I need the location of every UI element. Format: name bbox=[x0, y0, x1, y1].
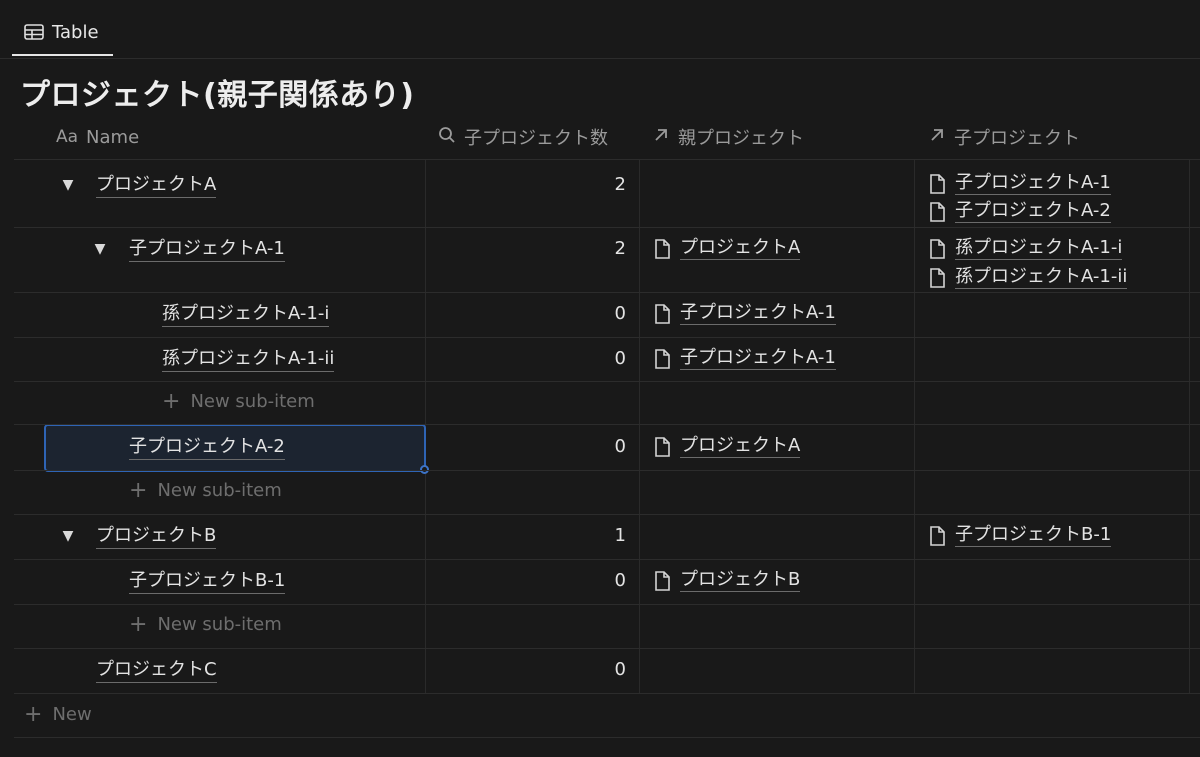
page-title: プロジェクト(親子関係あり) bbox=[20, 78, 415, 113]
child-count: 0 bbox=[614, 570, 626, 591]
row-name[interactable]: プロジェクトA bbox=[96, 174, 217, 198]
page-icon bbox=[654, 570, 670, 591]
new-sub-item-row[interactable]: + New sub-item bbox=[14, 381, 1200, 425]
new-sub-item-row[interactable]: + New sub-item bbox=[14, 604, 1200, 649]
row-name[interactable]: プロジェクトC bbox=[96, 659, 217, 683]
page-icon bbox=[929, 267, 945, 288]
table-bottom-divider bbox=[14, 737, 1200, 738]
table-row[interactable]: 子プロジェクトB-1 0 プロジェクトB bbox=[14, 559, 1200, 605]
child-link[interactable]: 孫プロジェクトA-1-i bbox=[929, 237, 1123, 260]
table-row[interactable]: 子プロジェクトA-2 0 プロジェクトA bbox=[14, 425, 1200, 471]
new-sub-item-button[interactable]: + New sub-item bbox=[162, 388, 315, 414]
plus-icon: + bbox=[129, 477, 148, 503]
expand-toggle-icon[interactable]: ▼ bbox=[91, 240, 109, 258]
page-icon bbox=[654, 303, 670, 324]
child-link[interactable]: 子プロジェクトA-2 bbox=[929, 200, 1111, 223]
text-type-icon: Aa bbox=[56, 127, 79, 147]
row-name[interactable]: 子プロジェクトB-1 bbox=[129, 570, 286, 594]
child-count: 2 bbox=[614, 238, 626, 259]
table-row[interactable]: ▼ プロジェクトA 2 子プロジェクトA-1 子プロジェクトA-2 bbox=[14, 160, 1200, 228]
page-icon bbox=[654, 436, 670, 457]
page-icon bbox=[929, 238, 945, 259]
table-row[interactable]: ▼ 子プロジェクトA-1 2 プロジェクトA 孫プロジェクトA-1-i 孫プロジ… bbox=[14, 227, 1200, 293]
child-link[interactable]: 子プロジェクトB-1 bbox=[929, 524, 1112, 547]
row-name[interactable]: 子プロジェクトA-2 bbox=[129, 436, 285, 460]
page-icon bbox=[654, 348, 670, 369]
column-header-name[interactable]: Aa Name bbox=[56, 115, 139, 159]
table-row[interactable]: 孫プロジェクトA-1-i 0 子プロジェクトA-1 bbox=[14, 292, 1200, 338]
child-link[interactable]: 子プロジェクトA-1 bbox=[929, 172, 1111, 195]
column-header-count[interactable]: 子プロジェクト数 bbox=[438, 115, 608, 159]
expand-toggle-icon[interactable]: ▼ bbox=[59, 527, 77, 545]
view-tab-bar: Table bbox=[0, 0, 1200, 59]
new-row-button[interactable]: + New bbox=[24, 701, 92, 727]
new-sub-item-button[interactable]: + New sub-item bbox=[129, 611, 282, 637]
child-count: 0 bbox=[614, 303, 626, 324]
plus-icon: + bbox=[162, 388, 181, 414]
child-count: 0 bbox=[614, 436, 626, 457]
child-count: 0 bbox=[614, 348, 626, 369]
child-count: 0 bbox=[614, 659, 626, 680]
page-icon bbox=[929, 201, 945, 222]
table-row[interactable]: 孫プロジェクトA-1-ii 0 子プロジェクトA-1 bbox=[14, 337, 1200, 382]
search-icon bbox=[438, 126, 456, 149]
page-icon bbox=[929, 525, 945, 546]
page-icon bbox=[654, 238, 670, 259]
child-count: 1 bbox=[614, 525, 626, 546]
arrow-up-right-icon bbox=[928, 126, 946, 149]
row-name[interactable]: 孫プロジェクトA-1-i bbox=[162, 303, 330, 327]
arrow-up-right-icon bbox=[652, 126, 670, 149]
row-name[interactable]: 孫プロジェクトA-1-ii bbox=[162, 348, 335, 372]
plus-icon: + bbox=[129, 611, 148, 637]
parent-link[interactable]: プロジェクトA bbox=[654, 237, 801, 260]
expand-toggle-icon[interactable]: ▼ bbox=[59, 176, 77, 194]
parent-link[interactable]: プロジェクトA bbox=[654, 435, 801, 458]
tab-table[interactable]: Table bbox=[12, 10, 113, 56]
tab-label: Table bbox=[52, 21, 99, 43]
column-header-children[interactable]: 子プロジェクト bbox=[928, 115, 1080, 159]
row-name[interactable]: プロジェクトB bbox=[96, 525, 217, 549]
table-row[interactable]: ▼ プロジェクトB 1 子プロジェクトB-1 bbox=[14, 514, 1200, 560]
table-icon bbox=[24, 24, 44, 40]
plus-icon: + bbox=[24, 701, 43, 727]
new-sub-item-row[interactable]: + New sub-item bbox=[14, 470, 1200, 515]
child-count: 2 bbox=[614, 174, 626, 195]
parent-link[interactable]: 子プロジェクトA-1 bbox=[654, 347, 836, 370]
row-name[interactable]: 子プロジェクトA-1 bbox=[129, 238, 285, 262]
parent-link[interactable]: 子プロジェクトA-1 bbox=[654, 302, 836, 325]
page-icon bbox=[929, 173, 945, 194]
child-link[interactable]: 孫プロジェクトA-1-ii bbox=[929, 266, 1128, 289]
table-row[interactable]: プロジェクトC 0 bbox=[14, 648, 1200, 694]
column-header-parent[interactable]: 親プロジェクト bbox=[652, 115, 804, 159]
parent-link[interactable]: プロジェクトB bbox=[654, 569, 801, 592]
new-sub-item-button[interactable]: + New sub-item bbox=[129, 477, 282, 503]
